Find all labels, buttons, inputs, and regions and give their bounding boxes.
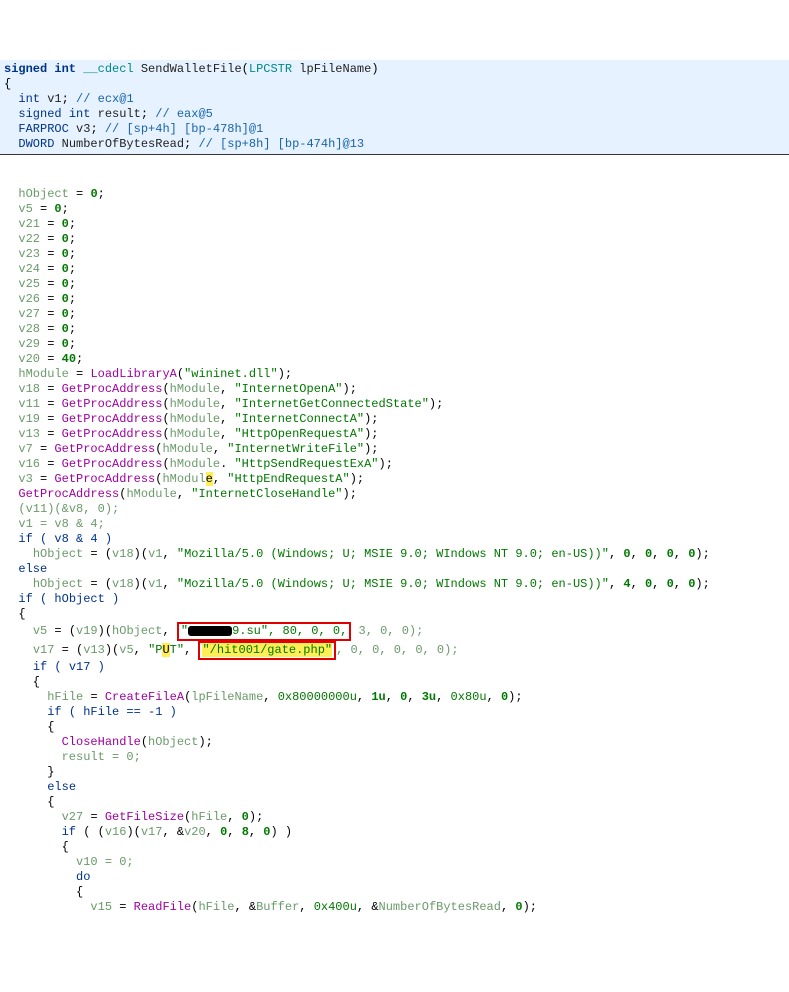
code-text: v1 = v8 & 4; <box>18 517 104 531</box>
decl-header: signed int __cdecl SendWalletFile(LPCSTR… <box>0 60 789 155</box>
code-text: (v11)(&v8, 0); <box>18 502 119 516</box>
gate-path-box: "/hit001/gate.php" <box>198 641 336 660</box>
redacted-blot <box>188 626 232 636</box>
redacted-host-box: "9.su", 80, 0, 0, <box>177 622 351 641</box>
code-text: if ( v8 & 4 ) <box>18 532 112 546</box>
code-body: hObject = 0; v5 = 0; v21 = 0; v22 = 0; v… <box>0 170 789 917</box>
